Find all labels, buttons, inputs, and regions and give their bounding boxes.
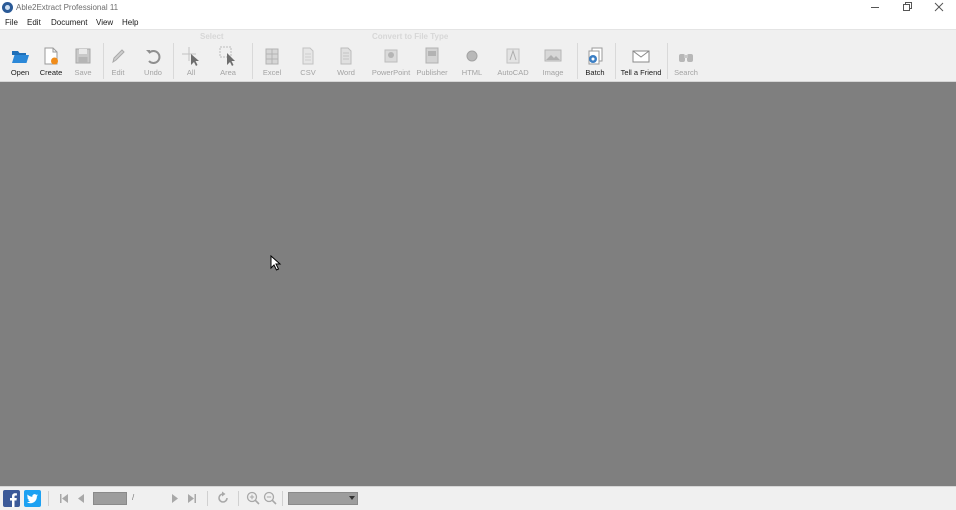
close-icon[interactable] (932, 1, 946, 13)
rotate-icon[interactable] (216, 491, 230, 505)
zoom-level-select[interactable] (288, 492, 358, 505)
document-workspace[interactable] (0, 82, 956, 486)
restore-icon[interactable] (900, 1, 914, 13)
convert-word-button[interactable]: Word (326, 44, 366, 80)
last-page-icon[interactable] (186, 492, 198, 505)
menu-edit[interactable]: Edit (27, 18, 41, 27)
statusbar-separator (48, 491, 49, 506)
convert-group-label: Convert to File Type (372, 32, 449, 41)
folder-open-icon (12, 51, 29, 63)
batch-button[interactable]: Batch (575, 44, 615, 80)
zoom-in-icon[interactable] (246, 491, 260, 505)
search-button[interactable]: Search (666, 44, 706, 80)
select-area-button[interactable]: Area (208, 44, 248, 80)
undo-icon (146, 50, 161, 64)
zoom-out-icon[interactable] (263, 491, 277, 505)
select-area-cursor-icon (219, 46, 235, 66)
excel-icon (265, 48, 279, 65)
word-icon (340, 47, 352, 65)
menu-bar: File Edit Document View Help (0, 15, 956, 29)
save-icon (75, 48, 91, 64)
twitter-icon[interactable] (24, 490, 41, 507)
select-group-label: Select (200, 32, 224, 41)
facebook-icon[interactable] (3, 490, 20, 507)
publisher-icon (425, 47, 439, 64)
new-document-icon (44, 47, 58, 65)
page-separator: / (132, 493, 135, 502)
select-all-cursor-icon (182, 47, 199, 66)
status-bar: / (0, 486, 956, 510)
statusbar-separator (207, 491, 208, 506)
mouse-pointer-icon (270, 255, 282, 271)
toolbar: Select Convert to File Type Open Create … (0, 29, 956, 82)
pencil-icon (112, 49, 125, 64)
html-globe-icon (466, 50, 478, 62)
autocad-icon (506, 48, 520, 64)
menu-file[interactable]: File (5, 18, 18, 27)
menu-document[interactable]: Document (51, 18, 87, 27)
app-logo-icon (2, 2, 13, 13)
binoculars-icon (679, 54, 693, 62)
window-title: Able2Extract Professional 11 (16, 3, 119, 12)
statusbar-separator (238, 491, 239, 506)
menu-help[interactable]: Help (122, 18, 138, 27)
csv-icon (302, 47, 314, 65)
page-number-input[interactable] (93, 492, 127, 505)
next-page-icon[interactable] (169, 492, 181, 505)
statusbar-separator (282, 491, 283, 506)
first-page-icon[interactable] (58, 492, 70, 505)
tell-a-friend-button[interactable]: Tell a Friend (621, 44, 661, 80)
image-icon (544, 49, 562, 62)
menu-view[interactable]: View (96, 18, 113, 27)
powerpoint-icon (384, 49, 398, 63)
batch-gear-icon (588, 47, 603, 65)
search-label: Search (674, 68, 698, 77)
previous-page-icon[interactable] (75, 492, 87, 505)
envelope-icon (632, 50, 650, 63)
title-bar: Able2Extract Professional 11 (0, 0, 956, 15)
minimize-icon[interactable] (868, 1, 882, 13)
chevron-down-icon (349, 496, 355, 500)
